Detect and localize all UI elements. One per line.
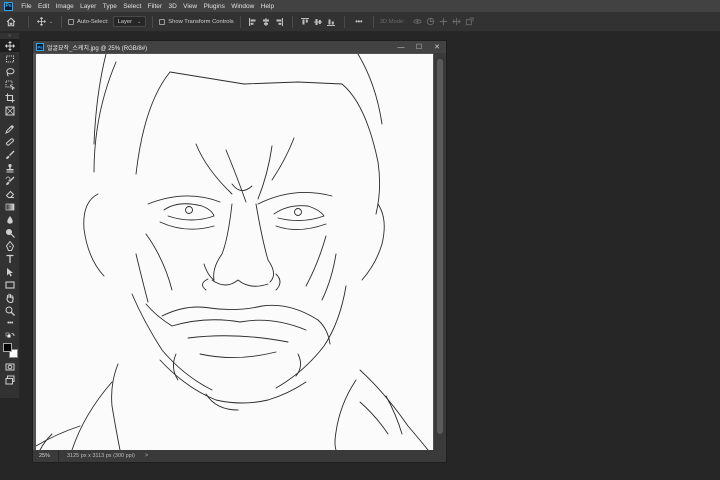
- show-transform-label: Show Transform Controls: [168, 18, 234, 25]
- color-swatches[interactable]: [0, 343, 19, 360]
- menu-view[interactable]: View: [180, 3, 200, 10]
- auto-select-option[interactable]: Auto-Select:: [68, 18, 109, 25]
- path-selection-icon[interactable]: [0, 265, 20, 278]
- menu-type[interactable]: Type: [100, 3, 120, 10]
- object-selection-icon[interactable]: [0, 78, 20, 91]
- pan-3d-icon[interactable]: [437, 17, 450, 26]
- document-ps-icon: Ps: [36, 43, 44, 51]
- clone-stamp-icon[interactable]: [0, 161, 20, 174]
- vertical-scrollbar[interactable]: [434, 53, 446, 450]
- eraser-icon[interactable]: [0, 187, 20, 200]
- zoom-level-field[interactable]: 25%: [33, 450, 59, 462]
- divider: [152, 15, 154, 28]
- default-colors-icon[interactable]: [0, 330, 20, 343]
- gradient-icon[interactable]: [0, 200, 20, 213]
- maximize-icon[interactable]: ☐: [410, 41, 428, 53]
- divider: [343, 15, 345, 28]
- divider: [239, 15, 241, 28]
- document-canvas[interactable]: [36, 54, 433, 450]
- align-middle-icon[interactable]: [312, 18, 325, 26]
- foreground-color-swatch[interactable]: [3, 343, 12, 352]
- menu-filter[interactable]: Filter: [144, 3, 165, 10]
- align-left-icon[interactable]: [247, 17, 260, 26]
- healing-brush-icon[interactable]: [0, 135, 20, 148]
- quick-mask-icon[interactable]: [0, 360, 20, 373]
- divider: [291, 15, 293, 28]
- sketch-artwork: [36, 54, 429, 450]
- document-window[interactable]: Ps 얼굴묘작_스케치.jpg @ 25% (RGB/8#) — ☐ ✕ 25%…: [32, 40, 447, 463]
- home-icon[interactable]: [0, 17, 22, 27]
- divider: [28, 15, 29, 28]
- menu-select[interactable]: Select: [120, 3, 144, 10]
- align-bottom-icon[interactable]: [325, 18, 338, 26]
- tool-preset-chevron-icon[interactable]: ⌄: [47, 19, 55, 25]
- frame-icon[interactable]: [0, 104, 20, 117]
- document-status-bar: 25% 3125 px x 3113 px (300 ppi) >: [33, 450, 446, 462]
- auto-select-label: Auto-Select:: [77, 18, 109, 25]
- options-bar: ⌄ Auto-Select: Layer ⌄ Show Transform Co…: [0, 12, 720, 32]
- screen-mode-icon[interactable]: [0, 373, 20, 386]
- orbit-3d-icon[interactable]: [411, 17, 424, 26]
- tools-panel: » •••: [0, 33, 20, 398]
- more-options-icon[interactable]: •••: [351, 17, 367, 26]
- pen-icon[interactable]: [0, 239, 20, 252]
- rectangle-shape-icon[interactable]: [0, 278, 20, 291]
- document-title: 얼굴묘작_스케치.jpg @ 25% (RGB/8#): [47, 45, 148, 52]
- close-icon[interactable]: ✕: [428, 41, 446, 53]
- photoshop-logo-icon[interactable]: Ps: [4, 1, 13, 11]
- divider: [61, 15, 62, 28]
- menu-edit[interactable]: Edit: [35, 3, 53, 10]
- align-center-icon[interactable]: [260, 17, 273, 26]
- document-tab[interactable]: Ps 얼굴묘작_스케치.jpg @ 25% (RGB/8#) — ☐ ✕: [33, 41, 446, 53]
- eyedropper-icon[interactable]: [0, 122, 20, 135]
- blur-icon[interactable]: [0, 213, 20, 226]
- history-brush-icon[interactable]: [0, 174, 20, 187]
- empty-workspace: [453, 33, 720, 480]
- show-transform-option[interactable]: Show Transform Controls: [159, 18, 234, 25]
- menu-3d[interactable]: 3D: [165, 3, 180, 10]
- chevron-down-icon: ⌄: [137, 18, 142, 25]
- divider: [372, 15, 374, 28]
- move-tool-icon[interactable]: [35, 17, 47, 26]
- auto-select-target-dropdown[interactable]: Layer ⌄: [112, 16, 147, 27]
- menu-plugins[interactable]: Plugins: [200, 3, 228, 10]
- document-info: 3125 px x 3113 px (300 ppi): [67, 453, 135, 459]
- menu-bar: Ps File Edit Image Layer Type Select Fil…: [0, 0, 720, 12]
- menu-help[interactable]: Help: [258, 3, 278, 10]
- scale-3d-icon[interactable]: [463, 17, 476, 26]
- type-tool-icon[interactable]: [0, 252, 20, 265]
- hand-icon[interactable]: [0, 291, 20, 304]
- zoom-icon[interactable]: [0, 304, 20, 317]
- menu-layer[interactable]: Layer: [77, 3, 100, 10]
- crop-icon[interactable]: [0, 91, 20, 104]
- menu-window[interactable]: Window: [228, 3, 258, 10]
- move-tool-icon[interactable]: [0, 39, 20, 52]
- dodge-icon[interactable]: [0, 226, 20, 239]
- more-tools-icon[interactable]: •••: [0, 317, 20, 330]
- scrollbar-thumb[interactable]: [437, 59, 443, 434]
- slide-3d-icon[interactable]: [450, 17, 463, 26]
- show-transform-checkbox[interactable]: [159, 18, 166, 25]
- auto-select-checkbox[interactable]: [68, 18, 74, 25]
- align-top-icon[interactable]: [299, 17, 312, 26]
- menu-image[interactable]: Image: [52, 3, 76, 10]
- align-right-icon[interactable]: [273, 17, 286, 26]
- 3d-mode-label: 3D Mode:: [379, 18, 405, 25]
- auto-select-target-value: Layer: [117, 18, 133, 25]
- menu-file[interactable]: File: [18, 3, 35, 10]
- rectangular-marquee-icon[interactable]: [0, 52, 20, 65]
- brush-icon[interactable]: [0, 148, 20, 161]
- roll-3d-icon[interactable]: [424, 17, 437, 26]
- minimize-icon[interactable]: —: [392, 41, 410, 53]
- lasso-icon[interactable]: [0, 65, 20, 78]
- status-menu-arrow-icon[interactable]: >: [145, 453, 149, 459]
